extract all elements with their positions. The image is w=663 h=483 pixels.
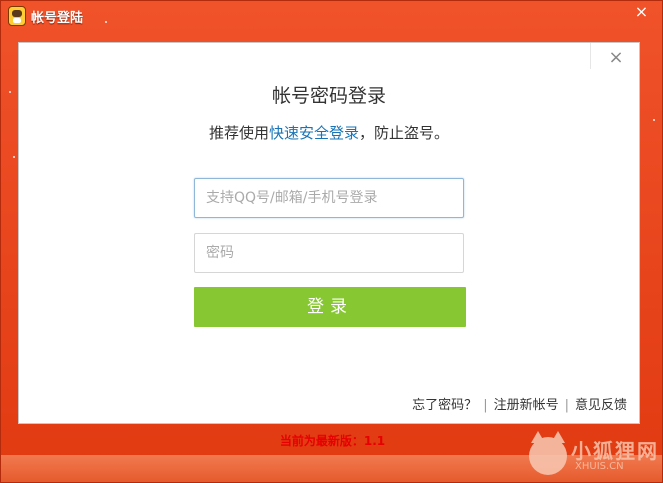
window-title: 帐号登陆 <box>31 11 84 26</box>
login-window: 帐号登陆 × × 帐号密码登录 推荐使用快速安全登录，防止盗号。 登录 忘了密码… <box>0 0 663 483</box>
sparkle-decoration <box>653 119 655 121</box>
footer-links: 忘了密码？ | 注册新帐号 | 意见反馈 <box>412 394 627 413</box>
link-separator: | <box>483 398 488 413</box>
sparkle-decoration <box>105 21 107 23</box>
sparkle-decoration <box>13 156 15 158</box>
link-separator: | <box>564 398 569 413</box>
login-button[interactable]: 登录 <box>194 287 466 327</box>
fox-icon <box>529 431 567 475</box>
watermark-text: 小狐狸网 <box>571 439 659 463</box>
sparkle-decoration <box>9 91 11 93</box>
title-bar[interactable]: 帐号登陆 × <box>1 1 662 33</box>
divider <box>590 43 591 69</box>
register-link[interactable]: 注册新帐号 <box>494 398 559 413</box>
feedback-link[interactable]: 意见反馈 <box>575 398 627 413</box>
window-close-icon[interactable]: × <box>625 2 658 22</box>
page-title: 帐号密码登录 <box>271 85 386 107</box>
watermark-logo: 小狐狸网 XHUIS.CN <box>529 431 659 479</box>
quick-login-link[interactable]: 快速安全登录 <box>269 124 359 142</box>
watermark-domain: XHUIS.CN <box>575 461 624 472</box>
close-icon[interactable]: × <box>607 49 625 67</box>
subtitle: 推荐使用快速安全登录，防止盗号。 <box>19 122 639 143</box>
game-avatar-icon <box>8 6 26 26</box>
password-input[interactable] <box>194 233 464 273</box>
subtitle-text-before: 推荐使用 <box>208 124 269 142</box>
login-panel: × 帐号密码登录 推荐使用快速安全登录，防止盗号。 登录 忘了密码？ | 注册新帐号… <box>18 42 640 424</box>
subtitle-text-after: ，防止盗号。 <box>359 124 450 142</box>
forgot-password-link[interactable]: 忘了密码？ <box>412 398 477 413</box>
username-input[interactable] <box>194 178 464 218</box>
